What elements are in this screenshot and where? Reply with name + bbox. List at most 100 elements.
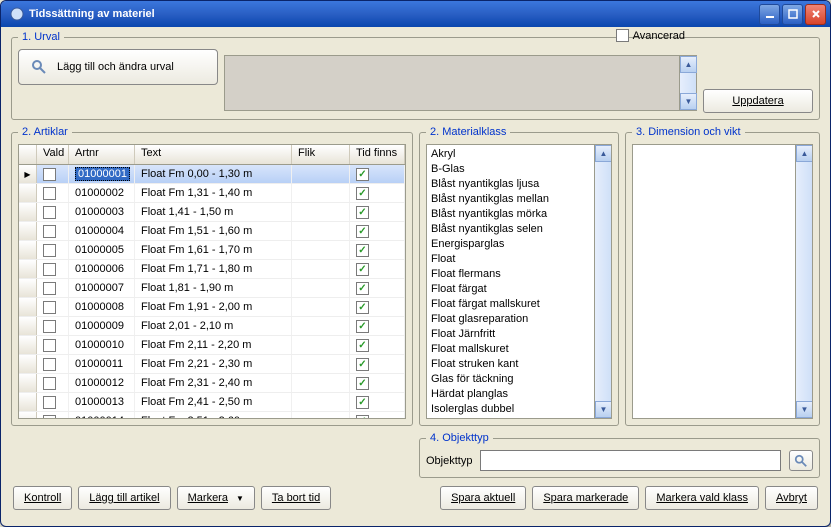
tid-checkbox[interactable] xyxy=(356,168,369,181)
vald-checkbox[interactable] xyxy=(43,225,56,238)
table-row[interactable]: 01000009Float 2,01 - 2,10 m xyxy=(19,317,405,336)
table-row[interactable]: 01000004Float Fm 1,51 - 1,60 m xyxy=(19,222,405,241)
dimension-scroll[interactable]: ▲ ▼ xyxy=(795,145,812,418)
tid-checkbox[interactable] xyxy=(356,415,369,419)
list-item[interactable]: Float xyxy=(431,252,607,267)
table-row[interactable]: 01000003Float 1,41 - 1,50 m xyxy=(19,203,405,222)
text-cell: Float Fm 1,61 - 1,70 m xyxy=(141,244,252,256)
tid-checkbox[interactable] xyxy=(356,301,369,314)
kontroll-button[interactable]: Kontroll xyxy=(13,486,72,510)
list-item[interactable]: Akryl xyxy=(431,147,607,162)
advanced-checkbox-wrap[interactable]: Avancerad xyxy=(616,29,685,42)
list-item[interactable]: Blåst nyantikglas mellan xyxy=(431,192,607,207)
artnr-cell: 01000006 xyxy=(75,263,124,275)
scroll-down-icon[interactable]: ▼ xyxy=(595,401,612,418)
scroll-up-icon[interactable]: ▲ xyxy=(680,56,697,73)
list-item[interactable]: Blåst nyantikglas selen xyxy=(431,222,607,237)
close-button[interactable] xyxy=(805,4,826,25)
spara-aktuell-button[interactable]: Spara aktuell xyxy=(440,486,526,510)
col-vald[interactable]: Vald xyxy=(37,145,69,164)
table-header: Vald Artnr Text Flik Tid finns xyxy=(19,145,405,165)
table-row[interactable]: 01000008Float Fm 1,91 - 2,00 m xyxy=(19,298,405,317)
vald-checkbox[interactable] xyxy=(43,396,56,409)
vald-checkbox[interactable] xyxy=(43,263,56,276)
col-tid[interactable]: Tid finns xyxy=(350,145,405,164)
tid-checkbox[interactable] xyxy=(356,225,369,238)
list-item[interactable]: Float färgat mallskuret xyxy=(431,297,607,312)
markera-dropdown-button[interactable]: Markera xyxy=(177,486,255,510)
list-item[interactable]: Energisparglas xyxy=(431,237,607,252)
tid-checkbox[interactable] xyxy=(356,339,369,352)
vald-checkbox[interactable] xyxy=(43,187,56,200)
vald-checkbox[interactable] xyxy=(43,339,56,352)
text-cell: Float Fm 2,11 - 2,20 m xyxy=(141,339,251,351)
tid-checkbox[interactable] xyxy=(356,377,369,390)
add-change-urval-button[interactable]: Lägg till och ändra urval xyxy=(18,49,218,85)
table-row[interactable]: 01000014Float Fm 2,51 - 2,60 m xyxy=(19,412,405,418)
vald-checkbox[interactable] xyxy=(43,358,56,371)
list-item[interactable]: Blåst nyantikglas ljusa xyxy=(431,177,607,192)
list-item[interactable]: B-Glas xyxy=(431,162,607,177)
list-item[interactable]: Float glasreparation xyxy=(431,312,607,327)
lagg-till-artikel-button[interactable]: Lägg till artikel xyxy=(78,486,170,510)
table-row[interactable]: 01000012Float Fm 2,31 - 2,40 m xyxy=(19,374,405,393)
objekttyp-input[interactable] xyxy=(480,450,781,471)
vald-checkbox[interactable] xyxy=(43,244,56,257)
maximize-button[interactable] xyxy=(782,4,803,25)
vald-checkbox[interactable] xyxy=(43,168,56,181)
list-item[interactable]: Float färgat xyxy=(431,282,607,297)
scroll-down-icon[interactable]: ▼ xyxy=(680,93,697,110)
tid-checkbox[interactable] xyxy=(356,206,369,219)
table-row[interactable]: 01000011Float Fm 2,21 - 2,30 m xyxy=(19,355,405,374)
urval-scroll-v[interactable]: ▲ ▼ xyxy=(679,56,696,110)
vald-checkbox[interactable] xyxy=(43,320,56,333)
list-item[interactable]: Blåst nyantikglas mörka xyxy=(431,207,607,222)
tid-checkbox[interactable] xyxy=(356,358,369,371)
list-item[interactable]: Float Järnfritt xyxy=(431,327,607,342)
vald-checkbox[interactable] xyxy=(43,377,56,390)
table-row[interactable]: 01000006Float Fm 1,71 - 1,80 m xyxy=(19,260,405,279)
vald-checkbox[interactable] xyxy=(43,415,56,419)
vald-checkbox[interactable] xyxy=(43,301,56,314)
col-text[interactable]: Text xyxy=(135,145,292,164)
scroll-up-icon[interactable]: ▲ xyxy=(595,145,612,162)
list-item[interactable]: Härdat planglas xyxy=(431,387,607,402)
scroll-up-icon[interactable]: ▲ xyxy=(796,145,813,162)
spara-markerade-button[interactable]: Spara markerade xyxy=(532,486,639,510)
artiklar-table[interactable]: Vald Artnr Text Flik Tid finns 01000001F… xyxy=(18,144,406,419)
advanced-checkbox[interactable] xyxy=(616,29,629,42)
artnr-cell: 01000009 xyxy=(75,320,124,332)
update-button[interactable]: Uppdatera xyxy=(703,89,813,113)
list-item[interactable]: Glas för täckning xyxy=(431,372,607,387)
markera-vald-klass-button[interactable]: Markera vald klass xyxy=(645,486,759,510)
vald-checkbox[interactable] xyxy=(43,206,56,219)
ta-bort-tid-button[interactable]: Ta bort tid xyxy=(261,486,331,510)
table-row[interactable]: 01000007Float 1,81 - 1,90 m xyxy=(19,279,405,298)
table-row[interactable]: 01000010Float Fm 2,11 - 2,20 m xyxy=(19,336,405,355)
vald-checkbox[interactable] xyxy=(43,282,56,295)
list-item[interactable]: Isolerglas dubbel xyxy=(431,402,607,417)
col-flik[interactable]: Flik xyxy=(292,145,350,164)
scroll-down-icon[interactable]: ▼ xyxy=(796,401,813,418)
tid-checkbox[interactable] xyxy=(356,396,369,409)
tid-checkbox[interactable] xyxy=(356,320,369,333)
table-row[interactable]: 01000013Float Fm 2,41 - 2,50 m xyxy=(19,393,405,412)
minimize-button[interactable] xyxy=(759,4,780,25)
table-row[interactable]: 01000001Float Fm 0,00 - 1,30 m xyxy=(19,165,405,184)
tid-checkbox[interactable] xyxy=(356,187,369,200)
col-artnr[interactable]: Artnr xyxy=(69,145,135,164)
objekttyp-search-button[interactable] xyxy=(789,450,813,471)
table-row[interactable]: 01000005Float Fm 1,61 - 1,70 m xyxy=(19,241,405,260)
urval-grid[interactable]: ▲ ▼ xyxy=(224,55,697,111)
material-scroll[interactable]: ▲ ▼ xyxy=(594,145,611,418)
list-item[interactable]: Float mallskuret xyxy=(431,342,607,357)
dimension-list[interactable]: ▲ ▼ xyxy=(632,144,813,419)
list-item[interactable]: Float struken kant xyxy=(431,357,607,372)
tid-checkbox[interactable] xyxy=(356,263,369,276)
tid-checkbox[interactable] xyxy=(356,244,369,257)
material-list[interactable]: AkrylB-GlasBlåst nyantikglas ljusaBlåst … xyxy=(426,144,612,419)
list-item[interactable]: Float flermans xyxy=(431,267,607,282)
avbryt-button[interactable]: Avbryt xyxy=(765,486,818,510)
table-row[interactable]: 01000002Float Fm 1,31 - 1,40 m xyxy=(19,184,405,203)
tid-checkbox[interactable] xyxy=(356,282,369,295)
